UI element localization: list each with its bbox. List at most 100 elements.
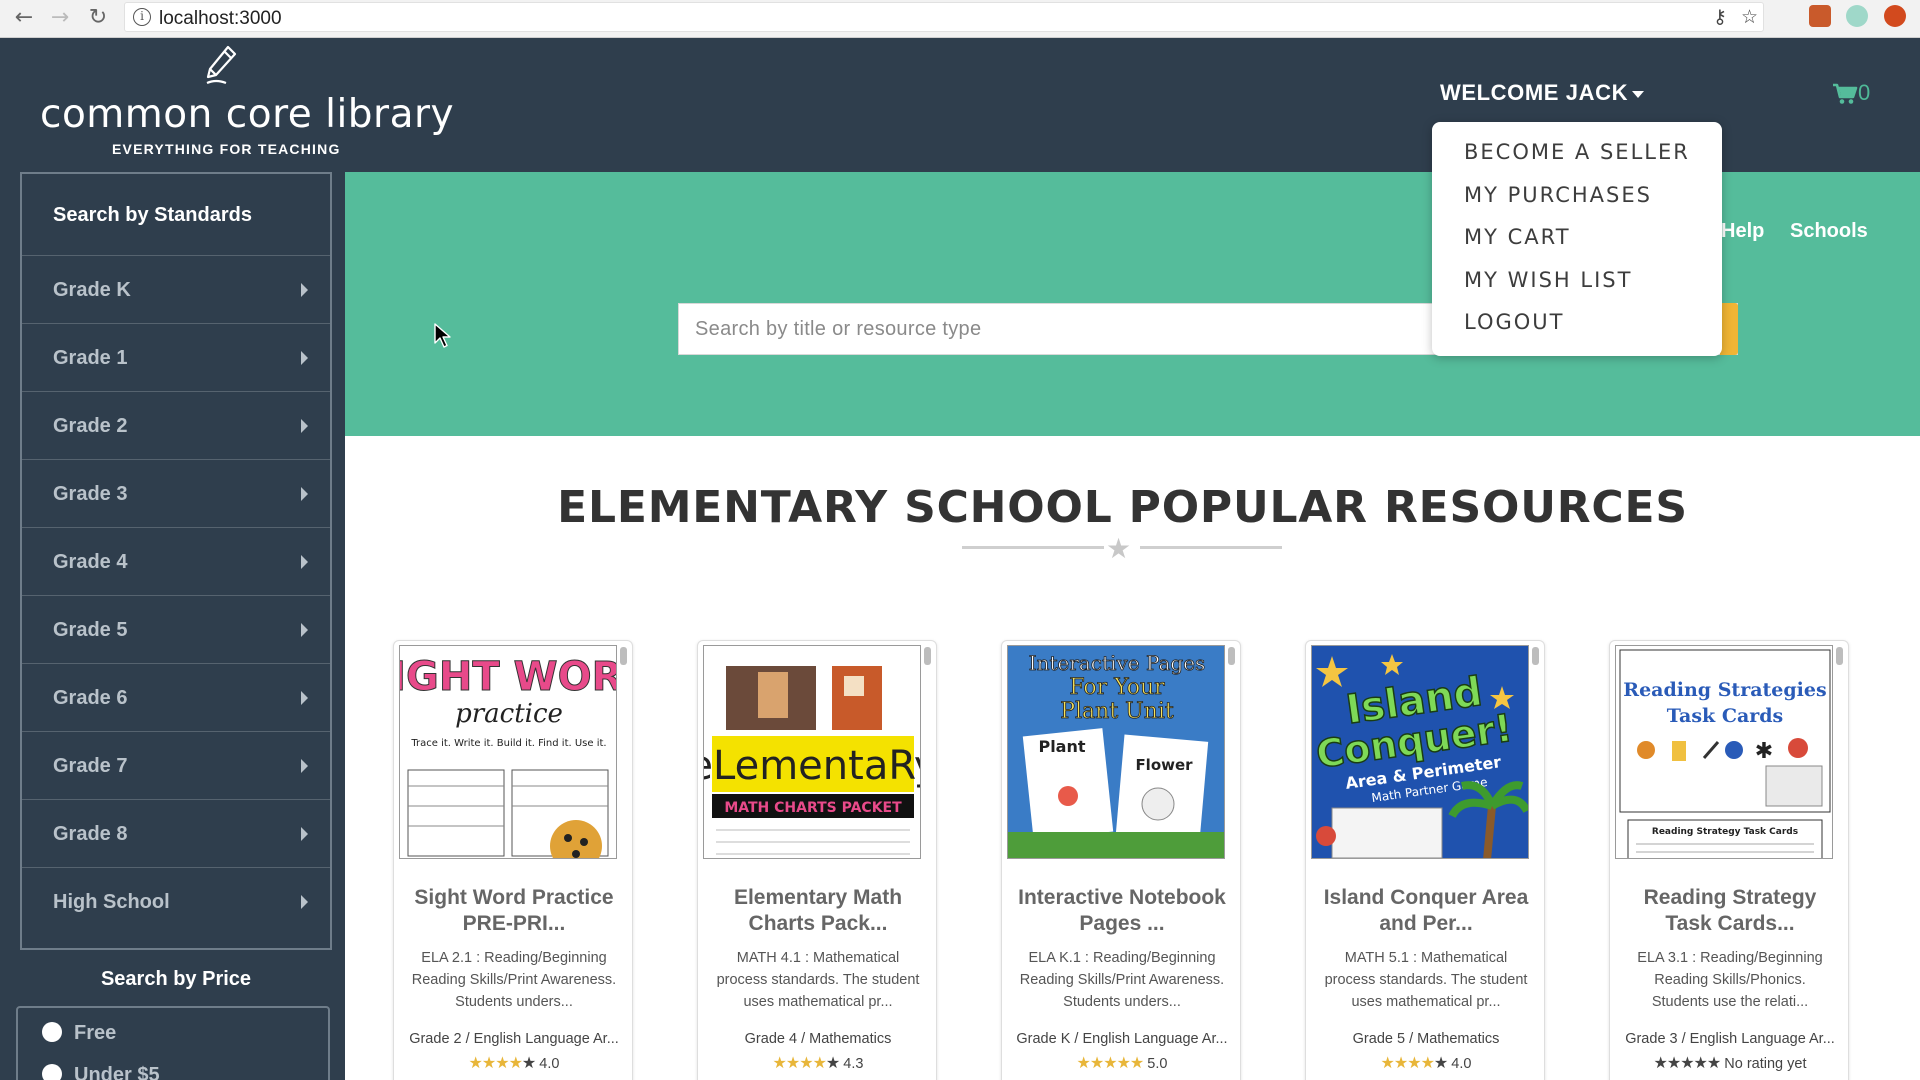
welcome-label: WELCOME JACK — [1440, 80, 1629, 105]
menu-item-my-purchases[interactable]: MY PURCHASES — [1464, 183, 1652, 207]
sidebar-item-grade-6[interactable]: Grade 6 — [22, 664, 330, 732]
menu-item-become-seller[interactable]: BECOME A SELLER — [1464, 140, 1690, 164]
extension-icon[interactable] — [1809, 5, 1831, 27]
cart-count: 0 — [1858, 80, 1871, 105]
sidebar-item-label: Grade 6 — [53, 687, 128, 709]
product-title[interactable]: Elementary Math Charts Pack... — [706, 885, 930, 937]
radio-button[interactable] — [42, 1022, 62, 1043]
radio-button[interactable] — [42, 1064, 62, 1080]
product-rating: ★★★★★ 5.0 — [1008, 1053, 1236, 1072]
bookmark-star-icon[interactable]: ☆ — [1741, 6, 1758, 28]
caret-right-icon — [301, 895, 308, 909]
menu-item-my-wish-list[interactable]: MY WISH LIST — [1464, 268, 1632, 292]
user-menu-toggle[interactable]: WELCOME JACK — [1440, 80, 1645, 106]
key-icon[interactable]: ⚷ — [1713, 6, 1727, 28]
divider-line — [962, 546, 1104, 549]
thumb-text: For Your — [1069, 675, 1165, 700]
product-title[interactable]: Island Conquer Area and Per... — [1314, 885, 1538, 937]
product-rating: ★★★★★ 4.3 — [704, 1053, 932, 1072]
extension-icon[interactable] — [1884, 5, 1906, 27]
price-option-free[interactable]: Free — [42, 1022, 116, 1045]
product-grade: Grade 3 / English Language Ar... — [1625, 1031, 1835, 1047]
product-card[interactable]: Island Conquer! Area & Perimeter Math Pa… — [1305, 640, 1545, 1080]
nav-link-help[interactable]: Help — [1721, 220, 1764, 243]
product-thumbnail[interactable]: Interactive Pages For Your Plant Unit Pl… — [1007, 645, 1225, 859]
caret-right-icon — [301, 351, 308, 365]
rating-value: 5.0 — [1147, 1056, 1168, 1072]
product-description: ELA K.1 : Reading/Beginning Reading Skil… — [1019, 950, 1225, 1010]
product-thumbnail[interactable]: SIGHT WORD practice Trace it. Write it. … — [399, 645, 617, 859]
back-icon[interactable]: ← — [10, 4, 38, 32]
caret-right-icon — [301, 487, 308, 501]
sidebar-item-label: Grade 3 — [53, 483, 128, 505]
product-description: ELA 2.1 : Reading/Beginning Reading Skil… — [411, 950, 617, 1010]
product-description: MATH 4.1 : Mathematical process standard… — [716, 950, 920, 1010]
rating-value: No rating yet — [1724, 1056, 1807, 1072]
site-info-icon[interactable]: i — [133, 8, 151, 26]
product-title[interactable]: Interactive Notebook Pages ... — [1010, 885, 1234, 937]
sidebar-item-grade-8[interactable]: Grade 8 — [22, 800, 330, 868]
product-grade: Grade 2 / English Language Ar... — [409, 1031, 619, 1047]
product-card[interactable]: Reading Strategies Task Cards ✱ Reading … — [1609, 640, 1849, 1080]
menu-item-logout[interactable]: LOGOUT — [1464, 310, 1564, 334]
rating-value: 4.3 — [843, 1056, 864, 1072]
thumb-text: Interactive Pages — [1029, 651, 1206, 675]
search-button[interactable] — [1720, 303, 1738, 355]
product-rating: ★★★★★ No rating yet — [1616, 1053, 1844, 1072]
caret-down-icon — [1632, 90, 1645, 98]
product-rating: ★★★★★ 4.0 — [400, 1053, 628, 1072]
thumb-text: MATH CHARTS PACKET — [724, 800, 902, 816]
user-dropdown-menu: BECOME A SELLER MY PURCHASES MY CART MY … — [1432, 122, 1722, 356]
sidebar-item-label: Grade 8 — [53, 823, 128, 845]
sidebar-item-grade-4[interactable]: Grade 4 — [22, 528, 330, 596]
thumbnail-scrollbar[interactable] — [1532, 647, 1539, 665]
sidebar-item-grade-1[interactable]: Grade 1 — [22, 324, 330, 392]
thumb-text: SIGHT WORD — [400, 654, 617, 700]
sidebar-item-grade-7[interactable]: Grade 7 — [22, 732, 330, 800]
product-card[interactable]: eLementaRy MATH CHARTS PACKET Elementary… — [697, 640, 937, 1080]
thumb-text: Trace it. Write it. Build it. Find it. U… — [410, 738, 606, 749]
price-option-label: Free — [74, 1022, 117, 1044]
address-url[interactable]: localhost:3000 — [159, 8, 282, 30]
menu-item-my-cart[interactable]: MY CART — [1464, 225, 1571, 249]
pencil-logo-icon[interactable] — [204, 44, 238, 86]
standards-sidebar: Search by Standards Grade K Grade 1 Grad… — [20, 172, 332, 950]
sidebar-item-grade-2[interactable]: Grade 2 — [22, 392, 330, 460]
sidebar-item-grade-5[interactable]: Grade 5 — [22, 596, 330, 664]
reload-icon[interactable]: ↻ — [84, 4, 112, 32]
sidebar-item-grade-3[interactable]: Grade 3 — [22, 460, 330, 528]
sidebar-item-grade-k[interactable]: Grade K — [22, 256, 330, 324]
sidebar-item-label: Grade 1 — [53, 347, 128, 369]
star-rating-icon: ★★★★★ — [1076, 1053, 1145, 1072]
sidebar-item-label: Grade 5 — [53, 619, 128, 641]
thumb-text: Plant Unit — [1060, 699, 1174, 724]
caret-right-icon — [301, 759, 308, 773]
thumbnail-scrollbar[interactable] — [924, 647, 931, 665]
nav-link-schools[interactable]: Schools — [1790, 220, 1868, 243]
thumb-text: Reading Strategies — [1623, 679, 1826, 701]
sidebar-item-label: Grade 2 — [53, 415, 128, 437]
product-thumbnail[interactable]: Island Conquer! Area & Perimeter Math Pa… — [1311, 645, 1529, 859]
product-thumbnail[interactable]: Reading Strategies Task Cards ✱ Reading … — [1615, 645, 1833, 859]
thumb-text: Reading Strategy Task Cards — [1652, 827, 1798, 837]
thumbnail-scrollbar[interactable] — [1228, 647, 1235, 665]
sidebar-item-high-school[interactable]: High School — [22, 868, 330, 936]
product-card[interactable]: SIGHT WORD practice Trace it. Write it. … — [393, 640, 633, 1080]
product-title[interactable]: Sight Word Practice PRE-PRI... — [402, 885, 626, 937]
cart-button[interactable]: 0 — [1832, 80, 1870, 106]
caret-right-icon — [301, 827, 308, 841]
site-logo[interactable]: common core library — [40, 92, 454, 137]
address-bar[interactable]: i localhost:3000 ⚷ ☆ — [124, 2, 1764, 32]
product-thumbnail[interactable]: eLementaRy MATH CHARTS PACKET — [703, 645, 921, 859]
product-title[interactable]: Reading Strategy Task Cards... — [1618, 885, 1842, 937]
forward-icon[interactable]: → — [46, 4, 74, 32]
price-option-under-5[interactable]: Under $5 — [42, 1064, 160, 1080]
divider-line — [1140, 546, 1282, 549]
product-card[interactable]: Interactive Pages For Your Plant Unit Pl… — [1001, 640, 1241, 1080]
thumbnail-scrollbar[interactable] — [620, 647, 627, 665]
svg-text:✱: ✱ — [1755, 739, 1773, 764]
caret-right-icon — [301, 283, 308, 297]
extension-icon[interactable] — [1846, 5, 1868, 27]
caret-right-icon — [301, 419, 308, 433]
thumbnail-scrollbar[interactable] — [1836, 647, 1843, 665]
